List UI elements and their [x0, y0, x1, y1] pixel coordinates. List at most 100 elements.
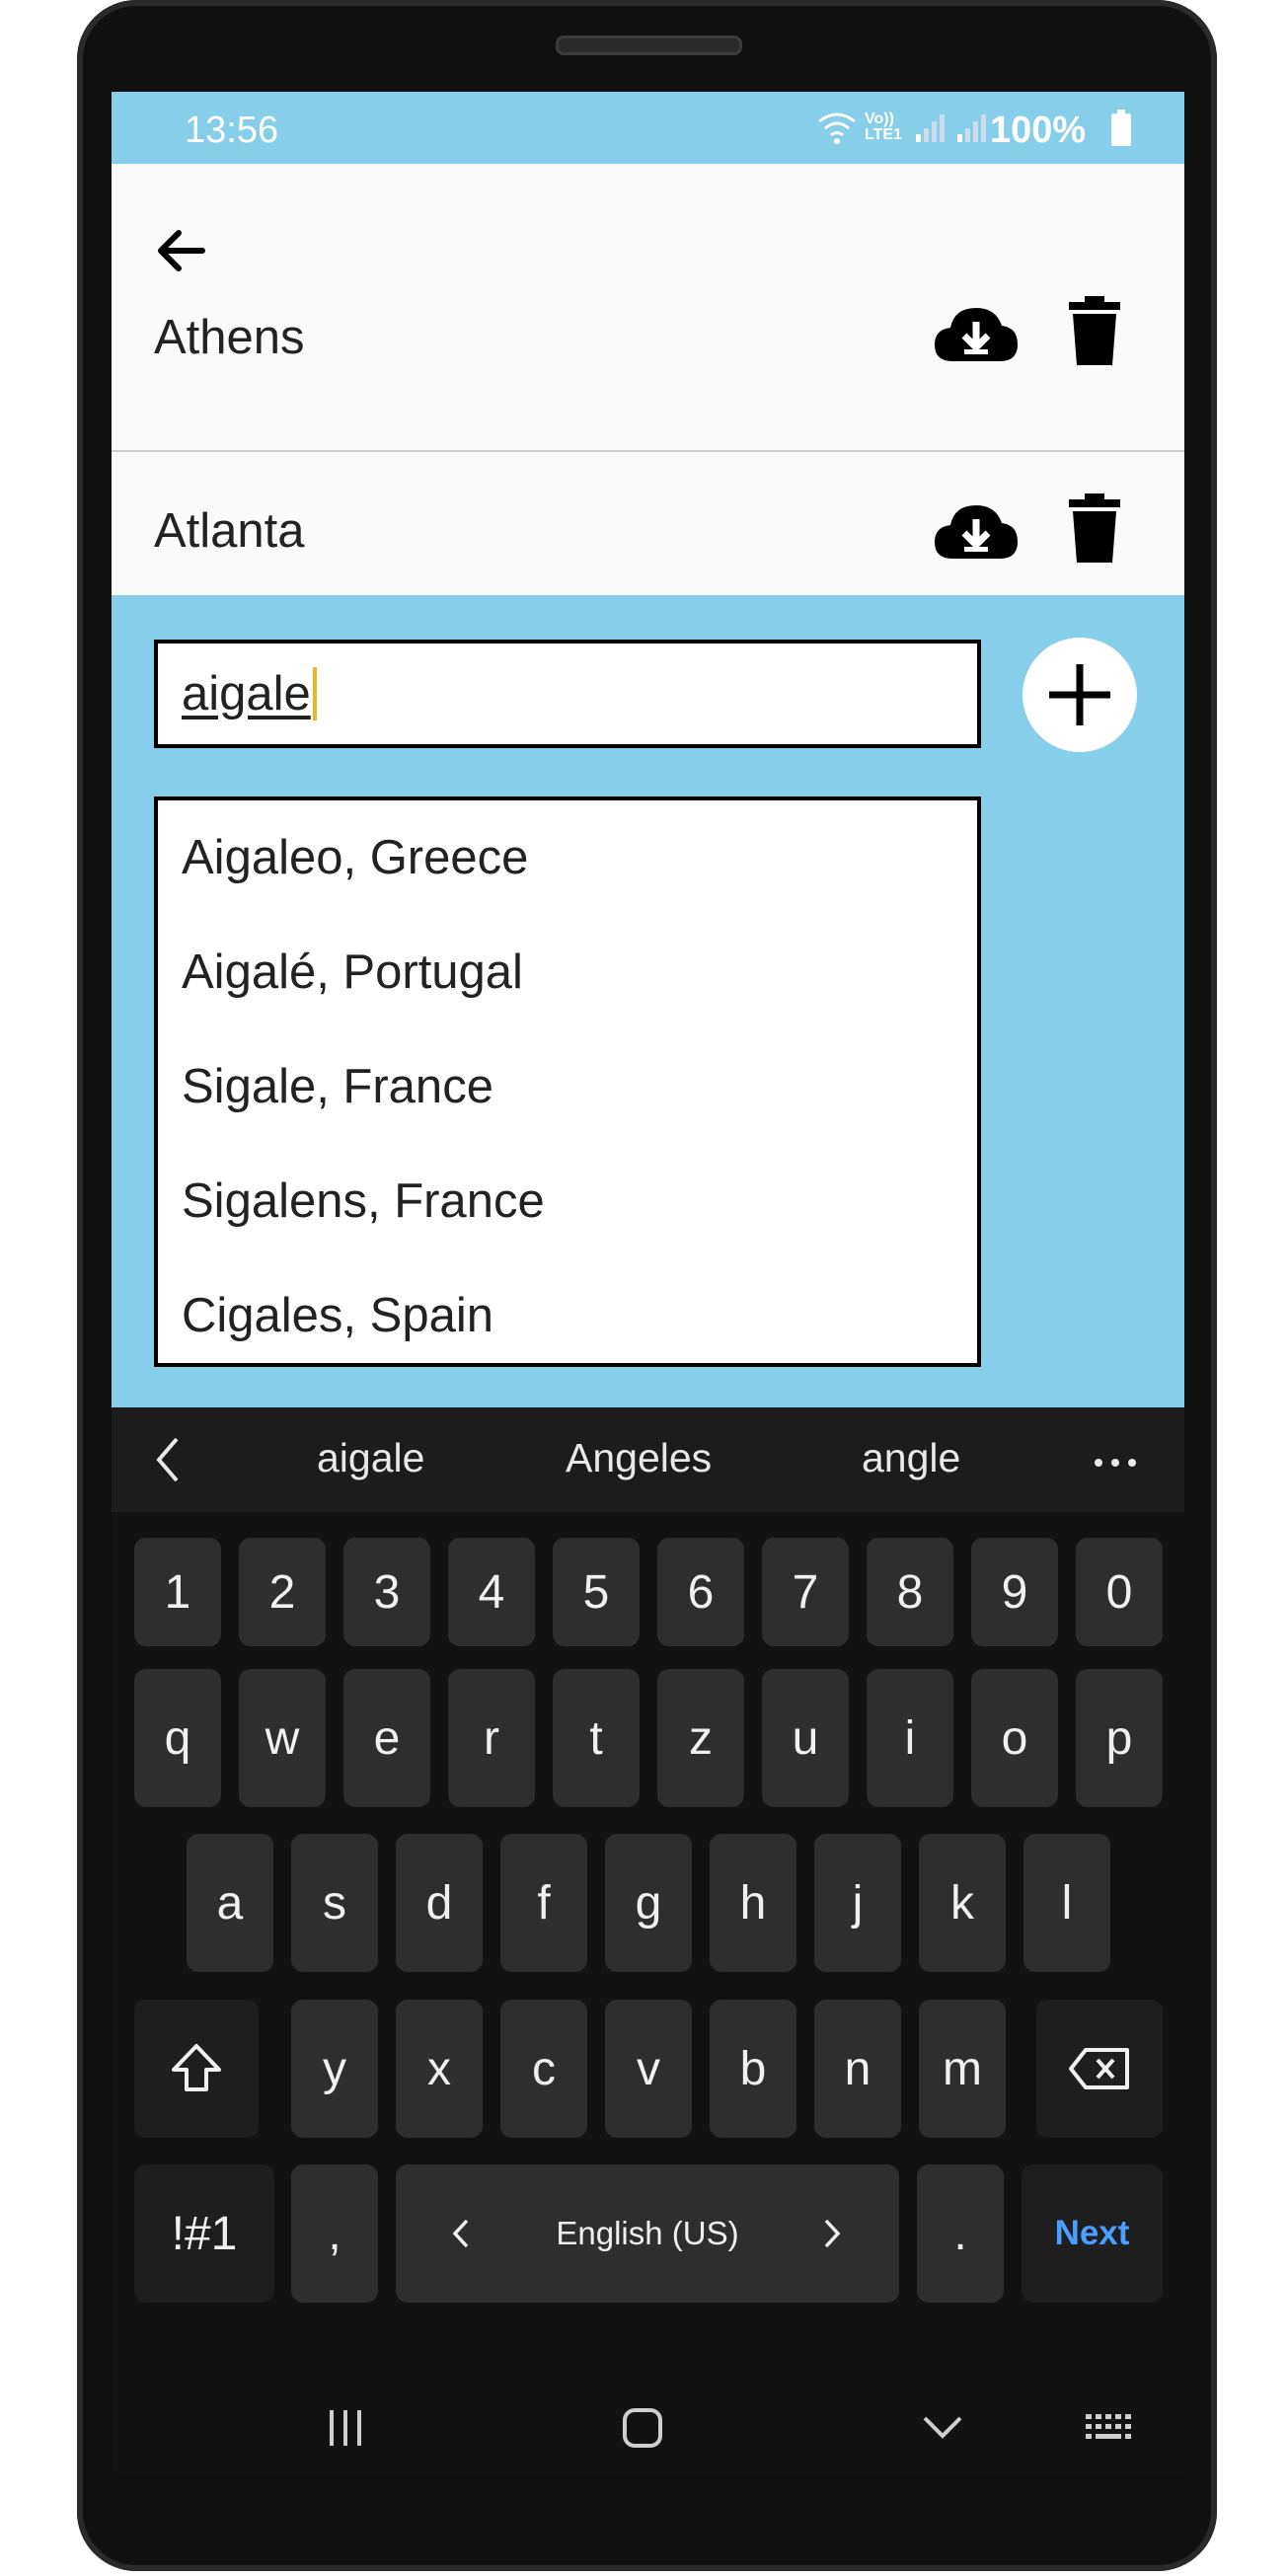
- list-item-label: Atlanta: [154, 504, 305, 558]
- keyboard-switch-button[interactable]: [1084, 2412, 1139, 2451]
- key-o[interactable]: o: [971, 1669, 1058, 1807]
- chevron-right-icon: [824, 2219, 841, 2248]
- suggestion-item[interactable]: Aigaleo, Greece: [182, 830, 528, 885]
- key-b[interactable]: b: [710, 2000, 796, 2138]
- key-y[interactable]: y: [291, 2000, 378, 2138]
- status-time: 13:56: [185, 110, 279, 151]
- wifi-icon: [818, 113, 856, 144]
- key-r[interactable]: r: [448, 1669, 535, 1807]
- soft-keyboard: aigale Angeles angle 1 2 3 4 5 6 7 8 9 0…: [112, 1407, 1184, 2472]
- city-search-input[interactable]: aigale: [154, 640, 981, 748]
- next-key[interactable]: Next: [1022, 2164, 1163, 2303]
- key-n[interactable]: n: [814, 2000, 901, 2138]
- plus-icon: [1049, 664, 1110, 725]
- key-s[interactable]: s: [291, 1834, 378, 1972]
- keyboard-icon: [1086, 2414, 1131, 2439]
- add-city-button[interactable]: [1023, 638, 1137, 752]
- language-label: English (US): [556, 2215, 739, 2251]
- cloud-download-icon: [935, 505, 1018, 559]
- recent-apps-icon: [330, 2410, 361, 2446]
- chevron-left-icon: [156, 1437, 179, 1482]
- key-9[interactable]: 9: [971, 1538, 1058, 1646]
- home-icon: [623, 2408, 662, 2448]
- key-p[interactable]: p: [1076, 1669, 1163, 1807]
- download-button[interactable]: [931, 300, 1020, 369]
- signal-icon-2: [957, 114, 986, 142]
- arrow-left-icon: [158, 230, 205, 271]
- search-input-value: aigale: [182, 667, 311, 720]
- delete-button[interactable]: [1067, 493, 1122, 563]
- signal-icon: [916, 114, 945, 142]
- key-k[interactable]: k: [919, 1834, 1006, 1972]
- key-w[interactable]: w: [239, 1669, 326, 1807]
- key-l[interactable]: l: [1023, 1834, 1110, 1972]
- keyboard-suggestion-bar: aigale Angeles angle: [112, 1407, 1184, 1512]
- key-z[interactable]: z: [657, 1669, 744, 1807]
- chevron-down-icon: [923, 2416, 962, 2439]
- key-i[interactable]: i: [867, 1669, 953, 1807]
- key-7[interactable]: 7: [762, 1538, 849, 1646]
- text-caret: [312, 667, 317, 720]
- home-button[interactable]: [621, 2406, 664, 2455]
- battery-percentage: 100%: [990, 110, 1087, 151]
- key-f[interactable]: f: [500, 1834, 587, 1972]
- download-button[interactable]: [931, 497, 1020, 567]
- keyboard-suggestion[interactable]: angle: [862, 1435, 960, 1481]
- recent-apps-button[interactable]: [324, 2406, 367, 2455]
- shift-key[interactable]: [134, 2000, 259, 2138]
- suggestion-item[interactable]: Aigalé, Portugal: [182, 945, 523, 1000]
- comma-key[interactable]: ,: [291, 2164, 378, 2303]
- key-3[interactable]: 3: [343, 1538, 430, 1646]
- key-t[interactable]: t: [553, 1669, 640, 1807]
- list-item-athens[interactable]: Athens: [112, 272, 1184, 450]
- key-g[interactable]: g: [605, 1834, 692, 1972]
- key-a[interactable]: a: [187, 1834, 273, 1972]
- autocomplete-dropdown: Aigaleo, Greece Aigalé, Portugal Sigale,…: [154, 796, 981, 1367]
- more-options-button[interactable]: [1094, 1455, 1137, 1473]
- trash-icon: [1069, 296, 1120, 365]
- spacebar-key[interactable]: English (US): [396, 2164, 899, 2303]
- more-horizontal-icon: [1095, 1459, 1136, 1467]
- suggestion-item[interactable]: Cigales, Spain: [182, 1288, 493, 1343]
- back-button[interactable]: [151, 221, 210, 280]
- key-v[interactable]: v: [605, 2000, 692, 2138]
- key-j[interactable]: j: [814, 1834, 901, 1972]
- key-0[interactable]: 0: [1076, 1538, 1163, 1646]
- delete-button[interactable]: [1067, 296, 1122, 365]
- trash-icon: [1069, 493, 1120, 563]
- keyboard-suggestion[interactable]: Angeles: [566, 1435, 712, 1481]
- app-content: Athens Atlanta: [112, 164, 1184, 595]
- key-1[interactable]: 1: [134, 1538, 221, 1646]
- key-8[interactable]: 8: [867, 1538, 953, 1646]
- status-bar: 13:56 Vo)) LTE1 100%: [112, 92, 1184, 164]
- key-h[interactable]: h: [710, 1834, 796, 1972]
- backspace-key[interactable]: [1036, 2000, 1163, 2138]
- hide-keyboard-button[interactable]: [921, 2412, 964, 2447]
- symbols-key[interactable]: !#1: [134, 2164, 274, 2303]
- key-m[interactable]: m: [919, 2000, 1006, 2138]
- key-u[interactable]: u: [762, 1669, 849, 1807]
- key-2[interactable]: 2: [239, 1538, 326, 1646]
- shift-icon: [172, 2044, 221, 2091]
- cloud-download-icon: [935, 308, 1018, 361]
- suggestion-item[interactable]: Sigalens, France: [182, 1174, 545, 1229]
- status-icons: Vo)) LTE1: [817, 108, 989, 147]
- network-type: Vo)) LTE1: [865, 111, 902, 143]
- backspace-icon: [1069, 2048, 1129, 2089]
- key-x[interactable]: x: [396, 2000, 483, 2138]
- key-c[interactable]: c: [500, 2000, 587, 2138]
- chevron-left-icon: [452, 2219, 469, 2248]
- key-e[interactable]: e: [343, 1669, 430, 1807]
- key-5[interactable]: 5: [553, 1538, 640, 1646]
- key-d[interactable]: d: [396, 1834, 483, 1972]
- collapse-toolbar-button[interactable]: [153, 1435, 183, 1489]
- screen: 13:56 Vo)) LTE1 100% Athens Atlanta aiga…: [112, 92, 1184, 2472]
- keyboard-suggestion[interactable]: aigale: [317, 1435, 424, 1481]
- key-q[interactable]: q: [134, 1669, 221, 1807]
- key-6[interactable]: 6: [657, 1538, 744, 1646]
- suggestion-item[interactable]: Sigale, France: [182, 1059, 493, 1114]
- list-item-atlanta[interactable]: Atlanta: [112, 452, 1184, 595]
- key-4[interactable]: 4: [448, 1538, 535, 1646]
- system-nav-bar: [112, 2398, 1184, 2472]
- period-key[interactable]: .: [917, 2164, 1004, 2303]
